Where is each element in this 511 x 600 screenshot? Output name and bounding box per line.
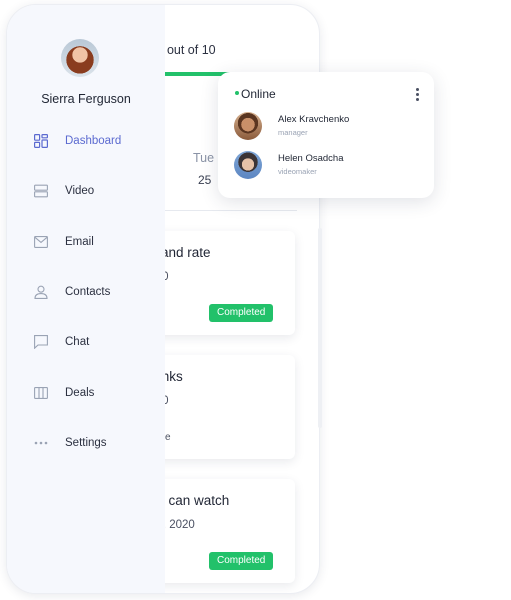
contact-item[interactable]: Helen Osadcha videomaker — [234, 151, 424, 179]
sidebar: Sierra Ferguson Dashboard Video Email Co… — [7, 5, 165, 593]
contact-name: Alex Kravchenko — [278, 114, 350, 125]
avatar[interactable] — [61, 39, 99, 77]
online-panel: Online Alex Kravchenko manager Helen Osa… — [218, 72, 434, 198]
sidebar-item-email[interactable]: Email — [33, 230, 153, 254]
sidebar-item-video[interactable]: Video — [33, 179, 153, 203]
calendar-day-number[interactable]: 25 — [198, 173, 211, 187]
divider — [147, 210, 297, 211]
sidebar-item-label: Deals — [65, 387, 95, 399]
sidebar-item-settings[interactable]: Settings — [33, 431, 153, 455]
sidebar-item-label: Dashboard — [65, 135, 122, 147]
contact-name: Helen Osadcha — [278, 153, 344, 164]
more-options-icon[interactable] — [414, 88, 420, 102]
more-icon — [33, 435, 49, 451]
sidebar-item-dashboard[interactable]: Dashboard — [33, 129, 153, 153]
phone-side-button — [318, 228, 322, 428]
sidebar-item-label: Contacts — [65, 286, 111, 298]
sidebar-item-deals[interactable]: Deals — [33, 381, 153, 405]
dashboard-icon — [33, 133, 49, 149]
video-icon — [33, 183, 49, 199]
contacts-icon — [33, 284, 49, 300]
online-status-dot — [235, 91, 239, 95]
status-badge: Completed — [209, 552, 274, 570]
email-icon — [33, 234, 49, 250]
task-extra: e — [165, 432, 171, 443]
online-panel-title: Online — [241, 87, 276, 101]
avatar — [234, 112, 262, 140]
calendar-day-name[interactable]: Tue — [193, 151, 214, 165]
sidebar-item-chat[interactable]: Chat — [33, 330, 153, 354]
sidebar-item-label: Chat — [65, 336, 90, 348]
contact-role: videomaker — [278, 167, 317, 176]
deals-icon — [33, 385, 49, 401]
sidebar-item-contacts[interactable]: Contacts — [33, 280, 153, 304]
chat-icon — [33, 334, 49, 350]
contact-role: manager — [278, 128, 308, 137]
sidebar-item-label: Email — [65, 236, 94, 248]
sidebar-item-label: Settings — [65, 437, 107, 449]
user-name: Sierra Ferguson — [41, 92, 131, 106]
avatar — [234, 151, 262, 179]
status-badge: Completed — [209, 304, 274, 322]
contact-item[interactable]: Alex Kravchenko manager — [234, 112, 424, 140]
progress-rest: out of 10 — [163, 43, 216, 57]
sidebar-item-label: Video — [65, 185, 95, 197]
